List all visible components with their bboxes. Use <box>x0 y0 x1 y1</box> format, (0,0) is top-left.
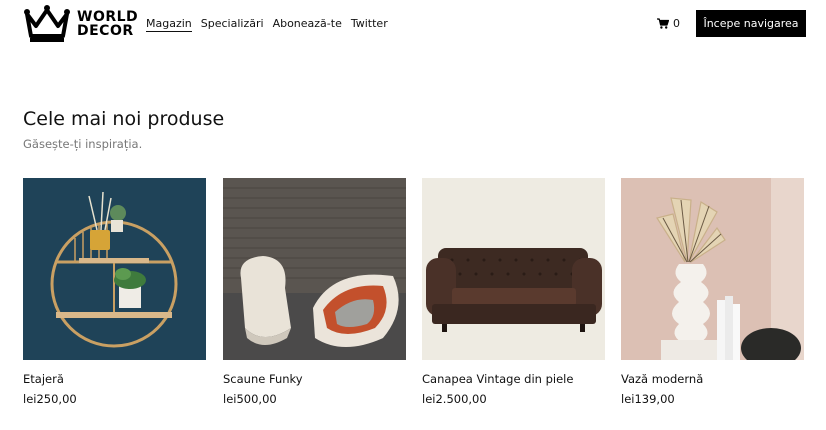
cart-count: 0 <box>673 17 680 30</box>
cart-icon <box>657 18 669 29</box>
product-card: Canapea Vintage din piele lei2.500,00 <box>422 178 605 406</box>
product-name[interactable]: Etajeră <box>23 372 206 386</box>
product-price: lei250,00 <box>23 392 77 406</box>
product-card: Etajeră lei250,00 <box>23 178 206 406</box>
leather-sofa-image[interactable] <box>422 178 605 360</box>
nav-item-twitter[interactable]: Twitter <box>351 17 388 32</box>
section-subtitle: Găsește-ți inspirația. <box>23 137 143 151</box>
product-card: Scaune Funky lei500,00 <box>223 178 406 406</box>
funky-chairs-image[interactable] <box>223 178 406 360</box>
nav-item-magazin[interactable]: Magazin <box>146 17 192 32</box>
nav-item-specializari[interactable]: Specializări <box>201 17 264 32</box>
product-name[interactable]: Canapea Vintage din piele <box>422 372 605 386</box>
product-price: lei139,00 <box>621 392 675 406</box>
site-header: WORLD DECOR Magazin Specializări Aboneaz… <box>0 0 826 48</box>
cart-button[interactable]: 0 <box>657 17 680 30</box>
brand-name: WORLD DECOR <box>77 10 138 38</box>
product-price: lei2.500,00 <box>422 392 487 406</box>
brand-line-2: DECOR <box>77 23 134 39</box>
product-price: lei500,00 <box>223 392 277 406</box>
logo[interactable]: WORLD DECOR <box>23 4 138 44</box>
product-card: Vază modernă lei139,00 <box>621 178 804 406</box>
brand-line-1: WORLD <box>77 9 139 25</box>
main-nav: Magazin Specializări Abonează-te Twitter <box>146 17 388 32</box>
round-shelf-image[interactable] <box>23 178 206 360</box>
product-name[interactable]: Scaune Funky <box>223 372 406 386</box>
section-title: Cele mai noi produse <box>23 108 225 130</box>
modern-vase-image[interactable] <box>621 178 804 360</box>
nav-item-aboneaza[interactable]: Abonează-te <box>273 17 342 32</box>
crown-icon <box>24 5 70 42</box>
product-name[interactable]: Vază modernă <box>621 372 804 386</box>
start-browsing-button[interactable]: Începe navigarea <box>696 10 806 37</box>
